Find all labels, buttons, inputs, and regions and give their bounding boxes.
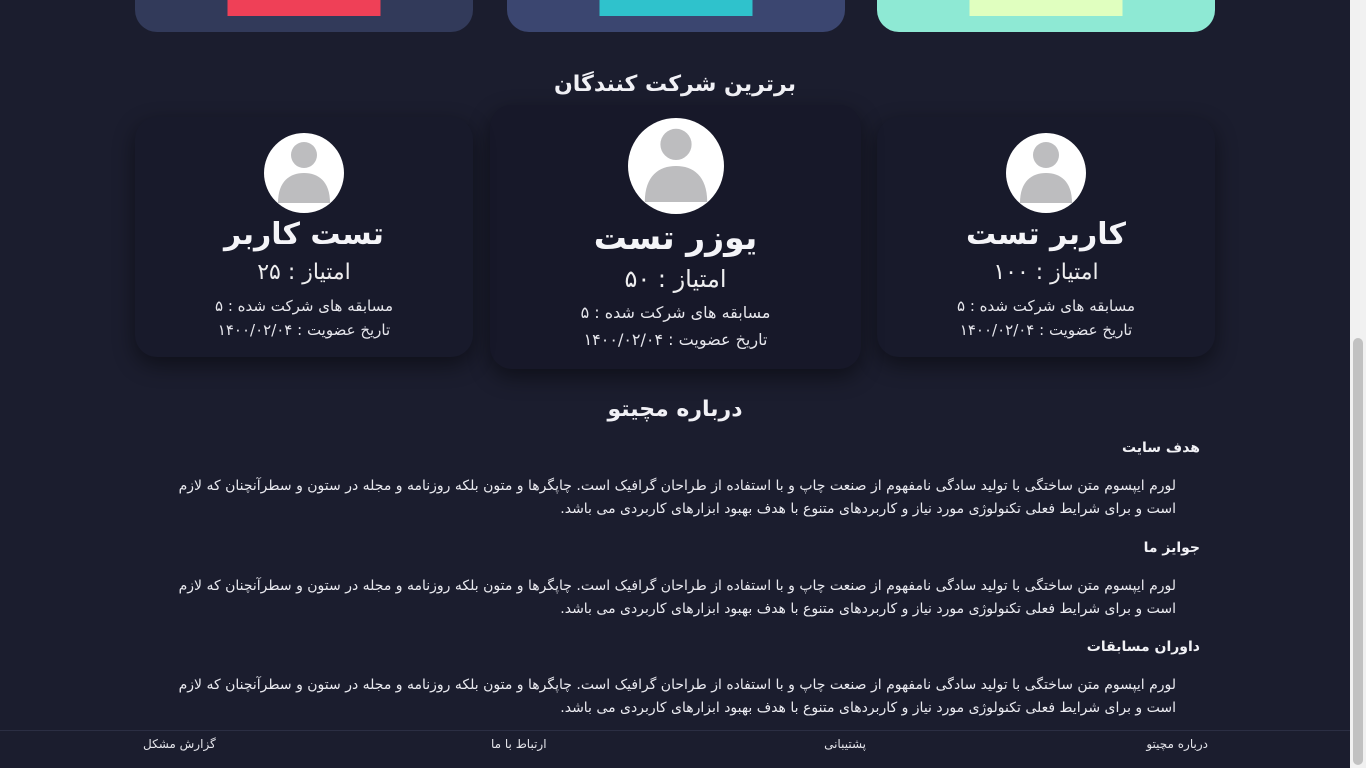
top-participants-title: برترین شرکت کنندگان — [554, 72, 796, 97]
about-section-text: لورم ایپسوم متن ساختگی با تولید سادگی نا… — [178, 478, 1176, 517]
participant-card-second[interactable]: یوزر تست امتیاز : ۵۰ مسابقه های شرکت شده… — [490, 105, 861, 369]
user-avatar-icon — [264, 133, 344, 213]
user-avatar-icon — [1006, 133, 1086, 213]
participant-name: یوزر تست — [593, 218, 758, 257]
top-card-mint[interactable] — [877, 0, 1215, 32]
scrollbar-thumb[interactable] — [1353, 338, 1363, 765]
participant-score: امتیاز : ۱۰۰ — [993, 260, 1099, 285]
about-section-heading: جوایز ما — [1143, 540, 1200, 556]
scrollbar[interactable] — [1350, 0, 1366, 768]
about-section-judges: داوران مسابقات لورم ایپسوم متن ساختگی با… — [145, 639, 1200, 720]
page: برترین شرکت کنندگان کاربر تست امتیاز : ۱… — [0, 0, 1366, 768]
participant-join-date: تاریخ عضویت : ۱۴۰۰/۰۲/۰۴ — [583, 330, 768, 349]
participant-card-third[interactable]: تست کاربر امتیاز : ۲۵ مسابقه های شرکت شد… — [135, 117, 473, 357]
top-card-teal-bar — [599, 0, 753, 16]
participant-join-date: تاریخ عضویت : ۱۴۰۰/۰۲/۰۴ — [217, 321, 391, 339]
user-avatar-icon — [627, 118, 724, 214]
about-section-heading: داوران مسابقات — [1086, 639, 1200, 655]
top-card-red[interactable] — [135, 0, 473, 32]
footer-link-support[interactable]: پشتیبانی — [824, 737, 866, 751]
participant-contests: مسابقه های شرکت شده : ۵ — [215, 297, 393, 315]
footer-link-about[interactable]: درباره مچیتو — [1146, 737, 1208, 751]
participant-join-date: تاریخ عضویت : ۱۴۰۰/۰۲/۰۴ — [959, 321, 1133, 339]
footer-link-report[interactable]: گزارش مشکل — [143, 737, 216, 751]
footer-link-contact[interactable]: ارتباط با ما — [491, 737, 547, 751]
about-section-text: لورم ایپسوم متن ساختگی با تولید سادگی نا… — [178, 677, 1176, 716]
about-section-prizes: جوایز ما لورم ایپسوم متن ساختگی با تولید… — [145, 540, 1200, 621]
about-section-heading: هدف سایت — [1121, 440, 1200, 456]
footer: درباره مچیتو پشتیبانی ارتباط با ما گزارش… — [0, 730, 1350, 768]
top-card-teal[interactable] — [507, 0, 845, 32]
about-title: درباره مچیتو — [607, 397, 743, 422]
top-card-mint-bar — [969, 0, 1123, 16]
top-card-red-bar — [227, 0, 381, 16]
participant-name: کاربر تست — [966, 217, 1126, 252]
about-section-goal: هدف سایت لورم ایپسوم متن ساختگی با تولید… — [145, 440, 1200, 521]
participant-name: تست کاربر — [224, 217, 384, 252]
participant-card-first[interactable]: کاربر تست امتیاز : ۱۰۰ مسابقه های شرکت ش… — [877, 117, 1215, 357]
participant-contests: مسابقه های شرکت شده : ۵ — [957, 297, 1135, 315]
participant-score: امتیاز : ۲۵ — [257, 260, 351, 285]
participant-score: امتیاز : ۵۰ — [624, 265, 727, 293]
about-section-text: لورم ایپسوم متن ساختگی با تولید سادگی نا… — [178, 578, 1176, 617]
participant-contests: مسابقه های شرکت شده : ۵ — [580, 303, 771, 322]
